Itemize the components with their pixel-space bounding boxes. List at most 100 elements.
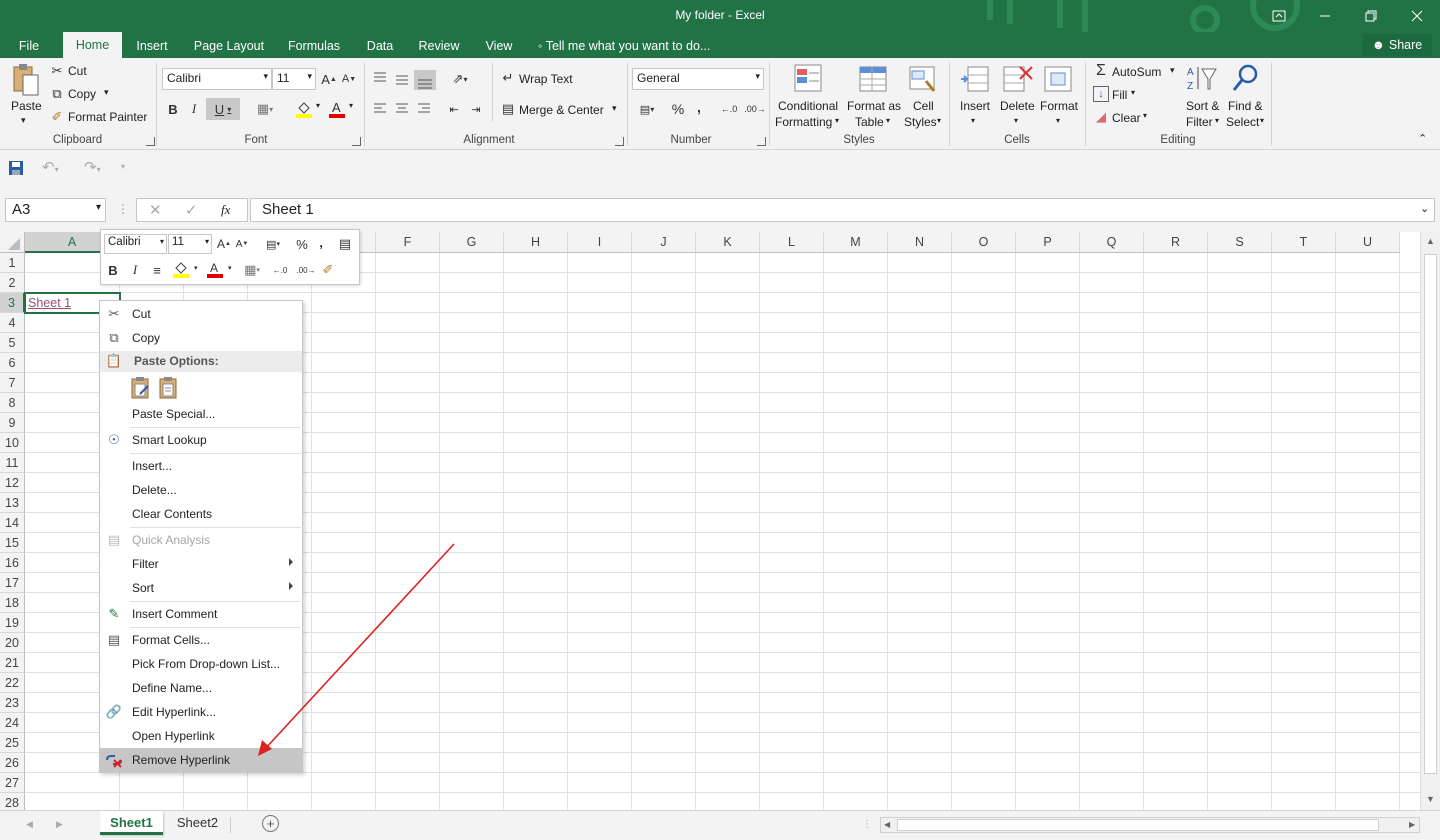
delete-cells-button[interactable]: Delete xyxy=(1000,99,1035,113)
mini-comma-button[interactable]: , xyxy=(315,233,327,251)
cut-button[interactable]: Cut xyxy=(68,64,87,78)
menu-item-delete[interactable]: Delete... xyxy=(100,478,302,502)
row-header-9[interactable]: 9 xyxy=(0,413,25,433)
shrink-font-icon[interactable]: A ▼ xyxy=(340,70,358,88)
row-header-1[interactable]: 1 xyxy=(0,253,25,273)
merge-center-button[interactable]: Merge & Center xyxy=(519,103,604,117)
fill-color-icon[interactable] xyxy=(293,99,315,119)
conditional-formatting-button[interactable]: Conditional xyxy=(778,99,838,113)
number-format-dropdown[interactable]: General ▾ xyxy=(632,68,764,90)
column-header-q[interactable]: Q xyxy=(1080,232,1144,253)
column-header-p[interactable]: P xyxy=(1016,232,1080,253)
percent-style-button[interactable]: % xyxy=(668,100,688,118)
font-launcher-icon[interactable] xyxy=(352,137,361,146)
mini-fill-color-icon[interactable] xyxy=(171,260,191,280)
row-header-17[interactable]: 17 xyxy=(0,573,25,593)
next-sheet-icon[interactable]: ▶ xyxy=(56,819,63,830)
mini-bold-button[interactable]: B xyxy=(105,261,121,279)
tab-insert[interactable]: Insert xyxy=(128,35,176,58)
mini-fill-color-dropdown-icon[interactable]: ▾ xyxy=(194,264,198,272)
row-header-18[interactable]: 18 xyxy=(0,593,25,613)
mini-borders-icon[interactable]: ▦ ▾ xyxy=(239,261,265,279)
row-header-13[interactable]: 13 xyxy=(0,493,25,513)
mini-center-icon[interactable]: ≡ xyxy=(149,261,165,279)
autosum-dropdown-icon[interactable]: ▾ xyxy=(1170,65,1175,76)
row-header-27[interactable]: 27 xyxy=(0,773,25,793)
font-color-dropdown-icon[interactable]: ▾ xyxy=(349,101,353,110)
underline-button[interactable]: U ▾ xyxy=(206,98,240,120)
fill-dropdown-icon[interactable]: ▾ xyxy=(1131,88,1135,97)
row-header-25[interactable]: 25 xyxy=(0,733,25,753)
find-select-button-line2[interactable]: Select xyxy=(1226,115,1259,129)
save-icon[interactable] xyxy=(8,160,24,176)
wrap-text-button[interactable]: Wrap Text xyxy=(519,72,573,86)
vertical-scrollbar[interactable]: ▲ ▼ xyxy=(1420,232,1440,810)
mini-italic-button[interactable]: I xyxy=(127,261,143,279)
row-header-11[interactable]: 11 xyxy=(0,453,25,473)
minimize-button[interactable] xyxy=(1302,0,1348,32)
close-button[interactable] xyxy=(1394,0,1440,32)
number-launcher-icon[interactable] xyxy=(757,137,766,146)
tell-me-search[interactable]: ◦ Tell me what you want to do... xyxy=(538,35,722,58)
column-header-l[interactable]: L xyxy=(760,232,824,253)
column-header-n[interactable]: N xyxy=(888,232,952,253)
tab-file[interactable]: File xyxy=(8,35,50,58)
formula-input[interactable]: Sheet 1 xyxy=(250,198,1435,222)
mini-format-painter-icon[interactable]: ✐ xyxy=(319,261,337,279)
row-header-14[interactable]: 14 xyxy=(0,513,25,533)
mini-increase-decimal-icon[interactable]: ←.0 xyxy=(269,261,291,279)
italic-button[interactable]: I xyxy=(185,99,203,119)
paste-dropdown-icon[interactable]: ▾ xyxy=(21,115,26,126)
column-header-s[interactable]: S xyxy=(1208,232,1272,253)
column-header-u[interactable]: U xyxy=(1336,232,1400,253)
decrease-indent-icon[interactable]: ⇤ xyxy=(444,100,464,118)
column-header-g[interactable]: G xyxy=(440,232,504,253)
row-header-23[interactable]: 23 xyxy=(0,693,25,713)
find-select-button[interactable]: Find & xyxy=(1228,99,1263,113)
mini-decrease-decimal-icon[interactable]: .00→ xyxy=(295,261,317,279)
mini-percent-button[interactable]: % xyxy=(293,235,311,253)
row-header-15[interactable]: 15 xyxy=(0,533,25,553)
restore-button[interactable] xyxy=(1348,0,1394,32)
merge-dropdown-icon[interactable]: ▾ xyxy=(612,103,617,114)
clear-dropdown-icon[interactable]: ▾ xyxy=(1143,111,1147,120)
customize-qat-icon[interactable]: ▾ xyxy=(121,162,125,171)
row-header-16[interactable]: 16 xyxy=(0,553,25,573)
copy-dropdown-icon[interactable]: ▾ xyxy=(104,87,109,98)
autosum-button[interactable]: AutoSum xyxy=(1112,65,1161,79)
expand-formula-bar-icon[interactable]: ⌄ xyxy=(1420,202,1429,215)
bold-button[interactable]: B xyxy=(164,99,182,119)
increase-decimal-icon[interactable]: ←.0 xyxy=(718,100,740,118)
menu-item-copy[interactable]: ⧉ Copy xyxy=(100,326,302,350)
comma-style-button[interactable]: , xyxy=(692,98,706,116)
font-name-dropdown[interactable]: Calibri ▾ xyxy=(162,68,272,90)
row-header-10[interactable]: 10 xyxy=(0,433,25,453)
paste-option-formatting-button[interactable] xyxy=(130,376,154,400)
row-header-19[interactable]: 19 xyxy=(0,613,25,633)
clear-button[interactable]: Clear xyxy=(1112,111,1141,125)
scroll-left-icon[interactable]: ◀ xyxy=(884,820,890,829)
name-box[interactable]: A3 ▾ xyxy=(5,198,106,222)
ribbon-display-options-button[interactable] xyxy=(1256,0,1302,32)
decrease-decimal-icon[interactable]: .00→ xyxy=(744,100,766,118)
tab-data[interactable]: Data xyxy=(358,35,402,58)
horizontal-align-icons[interactable] xyxy=(372,101,438,117)
format-cells-button[interactable]: Format xyxy=(1040,99,1078,113)
row-header-4[interactable]: 4 xyxy=(0,313,25,333)
horizontal-scrollbar[interactable]: ◀ ▶ xyxy=(880,817,1420,833)
confirm-entry-icon[interactable]: ✓ xyxy=(185,201,198,219)
scroll-up-icon[interactable]: ▲ xyxy=(1426,236,1435,246)
column-header-m[interactable]: M xyxy=(824,232,888,253)
cell-styles-button-line2[interactable]: Styles xyxy=(904,115,937,129)
copy-button[interactable]: Copy xyxy=(68,87,96,101)
row-header-5[interactable]: 5 xyxy=(0,333,25,353)
column-header-f[interactable]: F xyxy=(376,232,440,253)
tab-split-handle[interactable]: ⋮ xyxy=(862,819,872,830)
column-header-k[interactable]: K xyxy=(696,232,760,253)
fill-button[interactable]: Fill xyxy=(1112,88,1127,102)
column-header-r[interactable]: R xyxy=(1144,232,1208,253)
menu-item-insert[interactable]: Insert... xyxy=(100,454,302,478)
sort-filter-button[interactable]: Sort & xyxy=(1186,99,1219,113)
orientation-icon[interactable]: ⇗ ▾ xyxy=(446,69,474,89)
row-header-24[interactable]: 24 xyxy=(0,713,25,733)
